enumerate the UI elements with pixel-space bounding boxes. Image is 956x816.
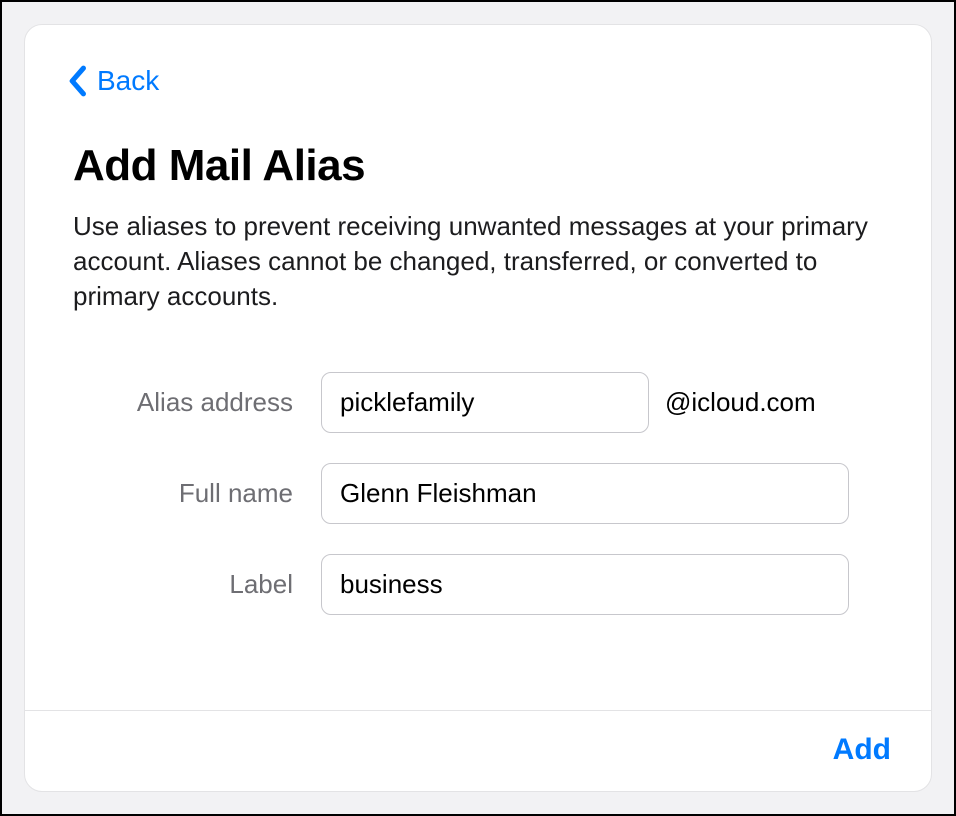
- alias-address-label: Alias address: [73, 387, 321, 418]
- full-name-input-wrap: [321, 463, 883, 524]
- add-button[interactable]: Add: [833, 733, 891, 767]
- card-body: Back Add Mail Alias Use aliases to preve…: [25, 25, 931, 710]
- label-field-label: Label: [73, 569, 321, 600]
- back-button[interactable]: Back: [67, 65, 159, 97]
- full-name-input[interactable]: [321, 463, 849, 524]
- dialog-card: Back Add Mail Alias Use aliases to preve…: [24, 24, 932, 792]
- full-name-row: Full name: [73, 463, 883, 524]
- label-row: Label: [73, 554, 883, 615]
- alias-address-row: Alias address @icloud.com: [73, 372, 883, 433]
- chevron-left-icon: [67, 65, 87, 97]
- label-input-wrap: [321, 554, 883, 615]
- page-description: Use aliases to prevent receiving unwante…: [73, 209, 883, 314]
- alias-input-wrap: @icloud.com: [321, 372, 883, 433]
- page-title: Add Mail Alias: [73, 141, 883, 191]
- alias-address-input[interactable]: [321, 372, 649, 433]
- dialog-footer: Add: [25, 710, 931, 791]
- alias-domain-suffix: @icloud.com: [665, 387, 816, 418]
- label-input[interactable]: [321, 554, 849, 615]
- full-name-label: Full name: [73, 478, 321, 509]
- back-label: Back: [97, 65, 159, 97]
